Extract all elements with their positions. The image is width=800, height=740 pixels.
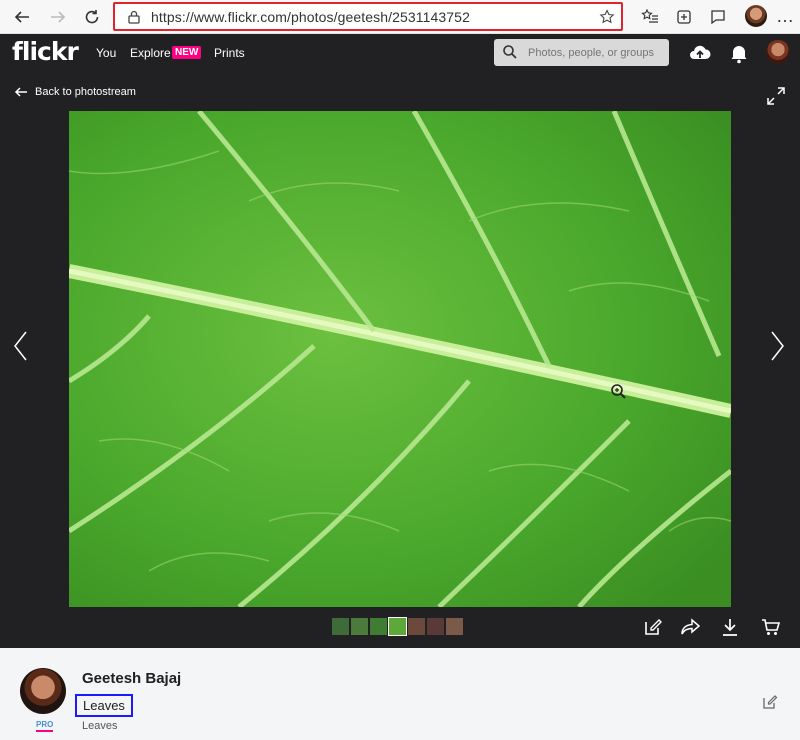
- pro-badge: PRO: [36, 720, 54, 732]
- fullscreen-expand-icon[interactable]: [766, 86, 786, 106]
- favorites-icon[interactable]: [640, 7, 660, 27]
- browser-toolbar: https://www.flickr.com/photos/geetesh/25…: [0, 0, 800, 34]
- photo-viewer: Back to photostream: [0, 72, 800, 648]
- refresh-icon: [85, 10, 99, 24]
- flickr-header: flickr You Explore NEW Prints: [0, 34, 800, 72]
- nav-prints[interactable]: Prints: [214, 46, 245, 60]
- thumbnail[interactable]: [408, 618, 425, 635]
- flickr-logo[interactable]: flickr: [12, 37, 79, 66]
- thumbnail[interactable]: [446, 618, 463, 635]
- thumbnail-current[interactable]: [388, 617, 407, 636]
- edit-info-icon[interactable]: [762, 694, 778, 710]
- owner-avatar[interactable]: [20, 668, 66, 714]
- nav-explore[interactable]: Explore: [130, 46, 171, 60]
- photo-description: Leaves: [82, 720, 118, 732]
- share-arrow-icon[interactable]: [681, 617, 701, 637]
- user-avatar[interactable]: [766, 40, 790, 64]
- edit-photo-icon[interactable]: [643, 617, 663, 637]
- download-icon[interactable]: [720, 617, 740, 637]
- previous-photo-arrow-icon[interactable]: [12, 330, 28, 362]
- url-text: https://www.flickr.com/photos/geetesh/25…: [151, 9, 470, 25]
- leaf-photo-image: [69, 111, 731, 607]
- search-icon: [503, 45, 517, 59]
- back-link-label: Back to photostream: [35, 86, 136, 98]
- back-to-photostream-link[interactable]: Back to photostream: [14, 85, 136, 99]
- cart-icon[interactable]: [761, 617, 781, 637]
- next-photo-arrow-icon[interactable]: [770, 330, 786, 362]
- nav-you[interactable]: You: [96, 46, 116, 60]
- thumbnail[interactable]: [332, 618, 349, 635]
- owner-name-link[interactable]: Geetesh Bajaj: [82, 670, 181, 687]
- feedback-icon[interactable]: [708, 7, 728, 27]
- browser-back-button[interactable]: [10, 5, 34, 29]
- photostream-thumbnails: [332, 617, 463, 636]
- search-box[interactable]: [494, 39, 669, 66]
- photo-info-panel: PRO Geetesh Bajaj Leaves Leaves: [0, 648, 800, 740]
- browser-forward-button[interactable]: [46, 5, 70, 29]
- address-bar[interactable]: https://www.flickr.com/photos/geetesh/25…: [113, 2, 623, 31]
- browser-more-icon[interactable]: …: [776, 6, 795, 27]
- arrow-right-icon: [51, 11, 66, 23]
- new-badge: NEW: [172, 46, 202, 59]
- arrow-left-icon: [14, 11, 29, 23]
- browser-refresh-button[interactable]: [80, 5, 104, 29]
- main-photo[interactable]: [69, 111, 731, 607]
- photo-title[interactable]: Leaves: [75, 694, 133, 717]
- thumbnail[interactable]: [351, 618, 368, 635]
- lock-icon: [128, 10, 140, 24]
- collections-icon[interactable]: [674, 7, 694, 27]
- thumbnail[interactable]: [427, 618, 444, 635]
- search-input[interactable]: [528, 43, 664, 62]
- notifications-bell-icon[interactable]: [727, 41, 751, 65]
- browser-profile-avatar[interactable]: [745, 5, 767, 27]
- arrow-left-icon: [14, 87, 27, 97]
- thumbnail[interactable]: [370, 618, 387, 635]
- star-icon[interactable]: [599, 9, 615, 25]
- upload-cloud-icon[interactable]: [688, 41, 712, 65]
